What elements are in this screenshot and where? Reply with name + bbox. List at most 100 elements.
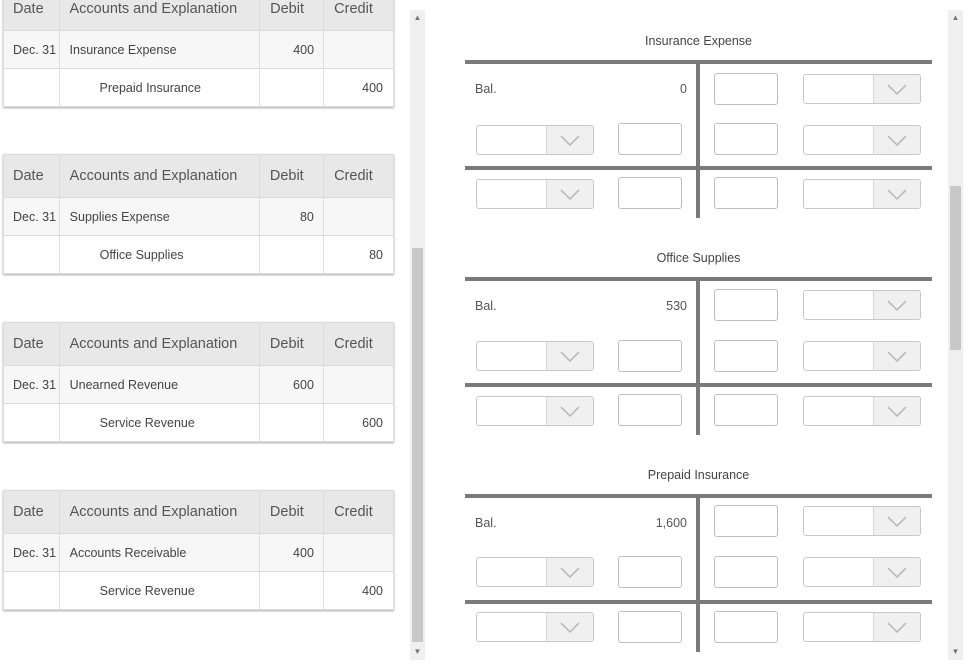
entry-credit: 400 xyxy=(323,68,394,107)
total-credit-input[interactable] xyxy=(714,611,778,643)
total-credit-label-select[interactable] xyxy=(803,612,921,642)
credit-amount-input[interactable] xyxy=(714,556,778,588)
balance-value: 530 xyxy=(666,299,687,313)
total-credit-input[interactable] xyxy=(714,394,778,426)
credit-amount-input[interactable] xyxy=(714,340,778,372)
left-scrollbar[interactable]: ▲ ▼ xyxy=(410,10,425,660)
entry-date-empty xyxy=(3,571,60,610)
col-credit: Credit xyxy=(323,0,394,31)
credit-account-select[interactable] xyxy=(803,341,921,371)
triangle-up-icon[interactable]: ▲ xyxy=(410,12,425,24)
col-date: Date xyxy=(3,490,60,534)
col-credit: Credit xyxy=(322,322,395,366)
debit-account-select[interactable] xyxy=(476,557,594,587)
entry-debit-empty xyxy=(258,571,324,610)
credit-amount-input[interactable] xyxy=(714,289,778,321)
credit-amount-input[interactable] xyxy=(714,73,778,105)
entry-debit-account: Insurance Expense xyxy=(58,30,261,69)
entry-credit-empty xyxy=(322,365,395,404)
debit-account-select[interactable] xyxy=(476,341,594,371)
col-account: Accounts and Explanation xyxy=(58,322,260,366)
triangle-down-icon[interactable]: ▼ xyxy=(948,646,963,658)
chevron-down-icon xyxy=(873,613,920,641)
taccount-total-rule xyxy=(465,166,932,170)
chevron-down-icon xyxy=(546,342,593,370)
balance-value: 0 xyxy=(680,82,687,96)
col-date: Date xyxy=(3,0,60,31)
chevron-down-icon xyxy=(546,126,593,154)
chevron-down-icon xyxy=(546,613,593,641)
entry-credit: 600 xyxy=(322,403,395,442)
journal-table-1: Date Accounts and Explanation Debit Cred… xyxy=(3,0,394,107)
entry-debit-account: Accounts Receivable xyxy=(58,533,260,572)
balance-value: 1,600 xyxy=(655,516,687,530)
col-debit: Debit xyxy=(259,0,325,31)
credit-account-select[interactable] xyxy=(803,125,921,155)
credit-account-select[interactable] xyxy=(803,557,921,587)
right-scrollbar[interactable]: ▲ ▼ xyxy=(948,10,963,660)
entry-date: Dec. 31 xyxy=(3,30,60,69)
balance-label: Bal. xyxy=(475,299,497,313)
entry-credit-empty xyxy=(322,533,395,572)
credit-account-select[interactable] xyxy=(803,506,921,536)
col-account: Accounts and Explanation xyxy=(58,0,261,31)
journal-table-3: Date Accounts and Explanation Debit Cred… xyxy=(3,322,395,442)
taccount-office-supplies: Office Supplies Bal. 530 xyxy=(465,251,932,441)
table-row: Dec. 31 Supplies Expense 80 xyxy=(3,197,395,236)
right-scrollbar-thumb[interactable] xyxy=(950,186,961,350)
total-debit-input[interactable] xyxy=(618,611,682,643)
entry-debit: 80 xyxy=(258,197,324,236)
entry-date: Dec. 31 xyxy=(3,197,60,236)
debit-amount-input[interactable] xyxy=(618,340,682,372)
entry-date-empty xyxy=(3,403,60,442)
total-credit-input[interactable] xyxy=(714,177,778,209)
entry-date: Dec. 31 xyxy=(3,365,60,404)
entry-debit: 600 xyxy=(258,365,324,404)
entry-date: Dec. 31 xyxy=(3,533,60,572)
left-scrollbar-thumb[interactable] xyxy=(412,248,423,642)
col-account: Accounts and Explanation xyxy=(58,154,260,198)
entry-credit: 400 xyxy=(322,571,395,610)
balance-label: Bal. xyxy=(475,516,497,530)
chevron-down-icon xyxy=(873,342,920,370)
col-credit: Credit xyxy=(322,490,395,534)
taccount-total-rule xyxy=(465,383,932,387)
total-debit-input[interactable] xyxy=(618,177,682,209)
debit-amount-input[interactable] xyxy=(618,556,682,588)
entry-debit-account: Unearned Revenue xyxy=(58,365,260,404)
chevron-down-icon xyxy=(873,397,920,425)
total-debit-label-select[interactable] xyxy=(476,179,594,209)
entry-debit: 400 xyxy=(258,533,324,572)
entry-debit-empty xyxy=(258,235,324,274)
total-credit-label-select[interactable] xyxy=(803,179,921,209)
taccount-prepaid-insurance: Prepaid Insurance Bal. 1,600 xyxy=(465,468,932,665)
entry-credit-account: Service Revenue xyxy=(58,571,260,610)
debit-amount-input[interactable] xyxy=(618,123,682,155)
triangle-up-icon[interactable]: ▲ xyxy=(948,12,963,24)
t-accounts-pane: Insurance Expense Bal. 0 Office Supplies… xyxy=(440,0,950,665)
credit-amount-input[interactable] xyxy=(714,123,778,155)
credit-account-select[interactable] xyxy=(803,290,921,320)
triangle-down-icon[interactable]: ▼ xyxy=(410,646,425,658)
table-row: Service Revenue 600 xyxy=(3,403,395,442)
total-credit-label-select[interactable] xyxy=(803,396,921,426)
entry-credit: 80 xyxy=(322,235,395,274)
entry-debit-account: Supplies Expense xyxy=(58,197,260,236)
total-debit-label-select[interactable] xyxy=(476,396,594,426)
total-debit-input[interactable] xyxy=(618,394,682,426)
chevron-down-icon xyxy=(873,291,920,319)
table-row: Dec. 31 Unearned Revenue 600 xyxy=(3,365,395,404)
entry-credit-account: Prepaid Insurance xyxy=(58,68,261,107)
credit-account-select[interactable] xyxy=(803,74,921,104)
taccount-center-rule xyxy=(696,277,700,435)
col-credit: Credit xyxy=(322,154,395,198)
total-debit-label-select[interactable] xyxy=(476,612,594,642)
table-row: Office Supplies 80 xyxy=(3,235,395,274)
debit-account-select[interactable] xyxy=(476,125,594,155)
taccount-title: Insurance Expense xyxy=(644,34,752,48)
entry-debit: 400 xyxy=(259,30,325,69)
taccount-center-rule xyxy=(696,494,700,652)
chevron-down-icon xyxy=(546,397,593,425)
credit-amount-input[interactable] xyxy=(714,505,778,537)
col-debit: Debit xyxy=(258,154,324,198)
